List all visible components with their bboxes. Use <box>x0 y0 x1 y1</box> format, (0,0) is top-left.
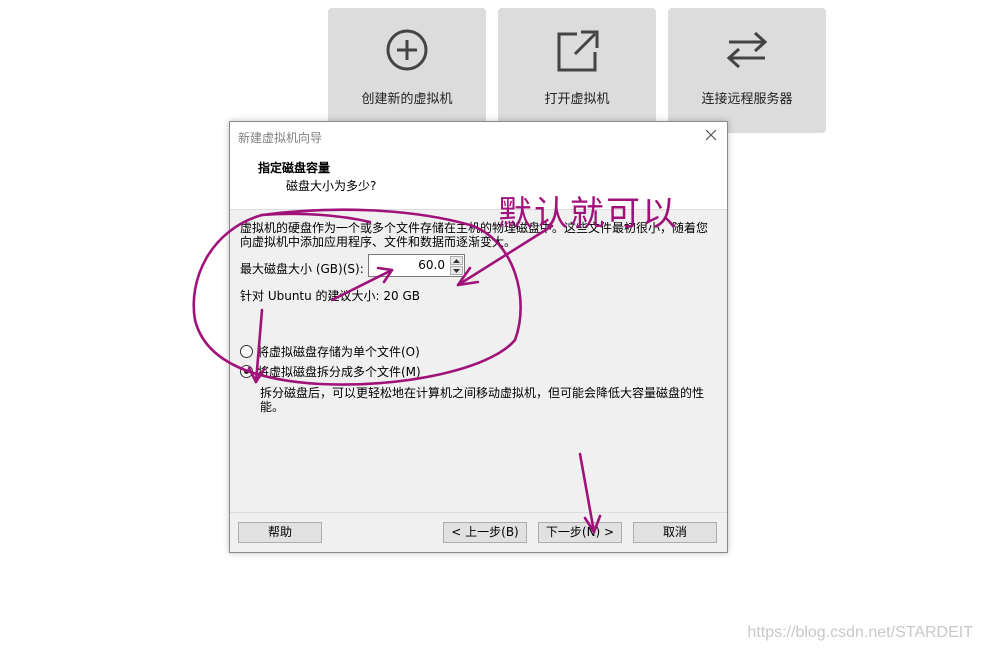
radio-single-label[interactable]: 将虚拟磁盘存储为单个文件(O) <box>257 343 420 360</box>
create-vm-label: 创建新的虚拟机 <box>361 92 453 107</box>
dialog-titlebar: 新建虚拟机向导 <box>230 122 727 150</box>
help-button[interactable]: 帮助 <box>238 522 322 543</box>
connect-remote-tile[interactable]: 连接远程服务器 <box>668 8 826 133</box>
radio-split-circle[interactable] <box>240 365 253 378</box>
radio-single-circle[interactable] <box>240 345 253 358</box>
decrement-button[interactable] <box>450 266 463 275</box>
radio-split-label[interactable]: 将虚拟磁盘拆分成多个文件(M) <box>257 363 421 380</box>
cancel-button[interactable]: 取消 <box>633 522 717 543</box>
max-size-label: 最大磁盘大小 (GB)(S): <box>240 262 364 276</box>
disk-size-stepper[interactable]: 60.0 <box>368 254 465 277</box>
plus-circle-icon <box>328 28 486 78</box>
next-button[interactable]: 下一步(N) > <box>538 522 622 543</box>
swap-arrows-icon <box>668 28 826 78</box>
open-vm-label: 打开虚拟机 <box>544 92 610 107</box>
dialog-title: 新建虚拟机向导 <box>238 131 323 145</box>
connect-remote-label: 连接远程服务器 <box>701 92 793 107</box>
stepper-buttons <box>450 256 463 275</box>
radio-selected-dot <box>244 369 249 374</box>
disk-size-value[interactable]: 60.0 <box>418 258 445 272</box>
annotation-text: 默认就可以 <box>498 194 678 234</box>
watermark: https://blog.csdn.net/STARDEIT <box>747 624 973 641</box>
radio-split-files[interactable]: 将虚拟磁盘拆分成多个文件(M) <box>240 363 421 380</box>
back-button[interactable]: < 上一步(B) <box>443 522 527 543</box>
step-subtitle: 磁盘大小为多少? <box>286 179 377 193</box>
up-arrow-icon <box>453 258 460 263</box>
recommended-size: 针对 Ubuntu 的建议大小: 20 GB <box>240 289 421 303</box>
open-vm-tile[interactable]: 打开虚拟机 <box>498 8 656 133</box>
radio-single-file[interactable]: 将虚拟磁盘存储为单个文件(O) <box>240 343 420 360</box>
step-title: 指定磁盘容量 <box>258 161 331 175</box>
footer-divider <box>230 512 727 513</box>
increment-button[interactable] <box>450 256 463 265</box>
split-description: 拆分磁盘后，可以更轻松地在计算机之间移动虚拟机，但可能会降低大容量磁盘的性能。 <box>260 386 705 414</box>
close-icon[interactable] <box>703 127 719 143</box>
open-external-icon <box>498 28 656 78</box>
create-vm-tile[interactable]: 创建新的虚拟机 <box>328 8 486 133</box>
down-arrow-icon <box>453 268 460 273</box>
